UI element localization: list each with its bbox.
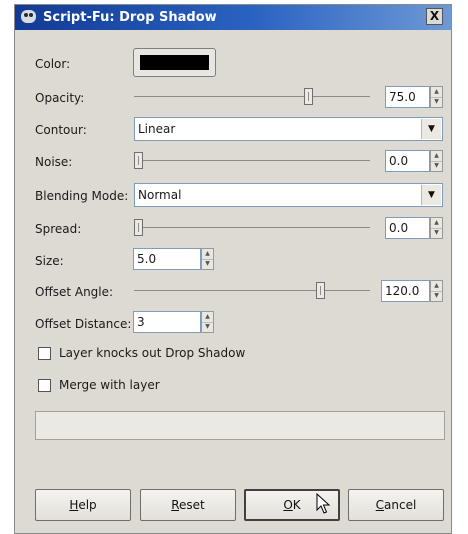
close-button[interactable]: X bbox=[426, 8, 443, 25]
help-button[interactable]: Help bbox=[35, 489, 131, 521]
merge-with-layer-checkbox[interactable] bbox=[38, 379, 51, 392]
chevron-down-icon[interactable]: ▼ bbox=[421, 185, 441, 205]
offset-angle-slider-track[interactable] bbox=[134, 290, 370, 291]
offset-distance-spinner[interactable]: ▲ ▼ bbox=[201, 311, 214, 333]
progress-bar bbox=[35, 411, 445, 440]
offset-distance-label: Offset Distance: bbox=[35, 317, 132, 331]
color-swatch bbox=[140, 55, 209, 70]
merge-with-layer-label[interactable]: Merge with layer bbox=[59, 378, 160, 392]
noise-spinner[interactable]: ▲ ▼ bbox=[430, 150, 443, 172]
spin-down-icon[interactable]: ▼ bbox=[431, 291, 442, 301]
opacity-input[interactable]: 75.0 bbox=[385, 86, 430, 108]
contour-label: Contour: bbox=[35, 123, 87, 137]
spin-down-icon[interactable]: ▼ bbox=[431, 161, 442, 171]
chevron-down-icon[interactable]: ▼ bbox=[421, 119, 441, 139]
layer-knocks-out-label[interactable]: Layer knocks out Drop Shadow bbox=[59, 346, 245, 360]
spin-down-icon[interactable]: ▼ bbox=[431, 228, 442, 238]
opacity-slider-handle[interactable] bbox=[304, 88, 313, 105]
size-input[interactable]: 5.0 bbox=[133, 248, 201, 270]
window-title: Script-Fu: Drop Shadow bbox=[43, 10, 217, 25]
offset-distance-input[interactable]: 3 bbox=[133, 311, 201, 333]
spin-down-icon[interactable]: ▼ bbox=[202, 322, 213, 332]
spread-slider-handle[interactable] bbox=[134, 219, 143, 236]
title-bar[interactable]: Script-Fu: Drop Shadow X bbox=[15, 5, 451, 30]
noise-label: Noise: bbox=[35, 155, 73, 169]
color-picker-button[interactable] bbox=[133, 48, 216, 77]
contour-value: Linear bbox=[138, 122, 176, 136]
offset-angle-spinner[interactable]: ▲ ▼ bbox=[430, 280, 443, 302]
drop-shadow-dialog: Script-Fu: Drop Shadow X Color: Opacity:… bbox=[14, 4, 452, 534]
gimp-icon bbox=[21, 10, 36, 23]
size-label: Size: bbox=[35, 254, 64, 268]
spread-slider-track[interactable] bbox=[134, 227, 370, 228]
offset-angle-input[interactable]: 120.0 bbox=[381, 280, 430, 302]
spread-spinner[interactable]: ▲ ▼ bbox=[430, 217, 443, 239]
color-label: Color: bbox=[35, 57, 71, 71]
opacity-label: Opacity: bbox=[35, 91, 85, 105]
mouse-pointer-icon bbox=[316, 493, 331, 514]
noise-slider-track[interactable] bbox=[134, 160, 370, 161]
spread-label: Spread: bbox=[35, 222, 82, 236]
offset-angle-slider-handle[interactable] bbox=[316, 282, 325, 299]
reset-button[interactable]: Reset bbox=[140, 489, 236, 521]
noise-input[interactable]: 0.0 bbox=[385, 150, 430, 172]
offset-angle-label: Offset Angle: bbox=[35, 285, 114, 299]
cancel-button[interactable]: Cancel bbox=[348, 489, 444, 521]
blending-mode-value: Normal bbox=[138, 188, 182, 202]
size-spinner[interactable]: ▲ ▼ bbox=[201, 248, 214, 270]
contour-select[interactable]: Linear ▼ bbox=[134, 117, 443, 141]
opacity-spinner[interactable]: ▲ ▼ bbox=[430, 86, 443, 108]
spin-down-icon[interactable]: ▼ bbox=[431, 97, 442, 107]
spread-input[interactable]: 0.0 bbox=[385, 217, 430, 239]
opacity-slider-track[interactable] bbox=[134, 96, 370, 97]
spin-down-icon[interactable]: ▼ bbox=[202, 259, 213, 269]
noise-slider-handle[interactable] bbox=[134, 152, 143, 169]
blending-mode-select[interactable]: Normal ▼ bbox=[134, 183, 443, 207]
blending-mode-label: Blending Mode: bbox=[35, 189, 129, 203]
layer-knocks-out-checkbox[interactable] bbox=[38, 347, 51, 360]
